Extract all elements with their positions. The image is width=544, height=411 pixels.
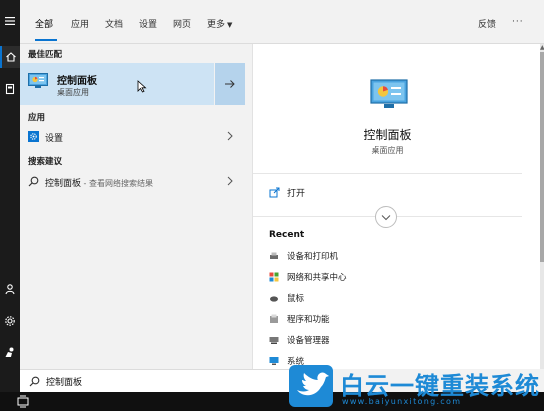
network-icon: [269, 272, 279, 282]
tab-web[interactable]: 网页: [173, 17, 191, 30]
recent-item[interactable]: 鼠标: [269, 292, 469, 306]
mouse-cursor-icon: [137, 80, 147, 93]
settings-icon[interactable]: [0, 310, 20, 332]
home-icon[interactable]: [0, 46, 20, 68]
system-icon: [269, 357, 279, 365]
best-match-expand-button[interactable]: [214, 63, 245, 105]
chevron-right-icon: [227, 176, 233, 186]
control-panel-large-icon: [370, 79, 408, 108]
scroll-up-icon[interactable]: ▲: [540, 44, 544, 51]
suggestion-text: 控制面板 - 查看网络搜索结果: [45, 176, 153, 189]
search-icon: [28, 176, 39, 187]
search-input[interactable]: 控制面板: [46, 375, 82, 388]
recent-item-label: 设备和打印机: [287, 252, 339, 262]
start-rail: [0, 0, 20, 411]
settings-app-icon: [28, 131, 39, 142]
open-icon: [269, 187, 280, 198]
recent-heading: Recent: [269, 230, 305, 240]
expand-button[interactable]: [375, 206, 397, 228]
recent-item-label: 鼠标: [287, 294, 305, 304]
search-tabs: 全部 应用 文档 设置 网页 更多 ▼ 反馈 ···: [20, 0, 544, 44]
tab-documents[interactable]: 文档: [105, 17, 123, 30]
documents-icon[interactable]: [0, 78, 20, 100]
results-list: 最佳匹配 控制面板 桌面应用 应用 设置 搜索建议 控制面板 - 查看网络搜索结…: [20, 44, 245, 369]
active-tab-indicator: [35, 39, 57, 41]
mouse-icon: [270, 296, 278, 302]
tab-settings[interactable]: 设置: [139, 17, 157, 30]
list-item-settings[interactable]: 设置: [20, 126, 245, 148]
open-action[interactable]: 打开: [269, 186, 389, 200]
search-box[interactable]: 控制面板: [20, 369, 324, 392]
chevron-down-icon: ▼: [227, 21, 233, 29]
search-panel: 全部 应用 文档 设置 网页 更多 ▼ 反馈 ··· 最佳匹配 控制面板 桌面应…: [20, 0, 544, 392]
recent-item-label: 系统: [287, 357, 305, 367]
suggestion-query: 控制面板: [45, 179, 82, 189]
recent-item[interactable]: 设备和打印机: [269, 250, 469, 264]
preview-subtitle: 桌面应用: [371, 146, 404, 155]
recent-item-label: 网络和共享中心: [287, 273, 347, 283]
taskbar: [0, 392, 544, 411]
recent-item[interactable]: 网络和共享中心: [269, 271, 469, 285]
search-box-extension: [324, 369, 544, 392]
list-item-web-suggestion[interactable]: 控制面板 - 查看网络搜索结果: [20, 171, 245, 193]
recent-item[interactable]: 系统: [269, 355, 469, 369]
suggestion-sub: - 查看网络搜索结果: [81, 179, 153, 188]
tab-all[interactable]: 全部: [35, 17, 53, 30]
control-panel-icon: [28, 73, 48, 88]
best-match-open[interactable]: 控制面板 桌面应用: [20, 63, 214, 105]
list-item-label: 设置: [45, 134, 64, 144]
search-icon: [29, 376, 40, 387]
user-icon[interactable]: [0, 278, 20, 300]
scrollbar-thumb[interactable]: [540, 52, 544, 262]
more-options-icon[interactable]: ···: [512, 17, 524, 27]
tab-more[interactable]: 更多 ▼: [207, 17, 232, 30]
apps-heading: 应用: [28, 113, 46, 123]
best-match-title: 控制面板: [57, 76, 97, 87]
task-view-icon[interactable]: [16, 395, 30, 408]
feedback-icon[interactable]: [0, 341, 20, 363]
feedback-link[interactable]: 反馈: [478, 17, 496, 30]
best-match-heading: 最佳匹配: [28, 50, 63, 60]
preview-pane: 控制面板 桌面应用 打开 Recent 设备和打印机 网络和共享中心 鼠标 程序…: [252, 44, 540, 369]
recent-item-label: 程序和功能: [287, 315, 330, 325]
divider: [253, 173, 522, 174]
chevron-right-icon: [227, 131, 233, 141]
hamburger-menu-icon[interactable]: [0, 10, 20, 32]
chevron-down-icon: [381, 214, 391, 220]
open-label: 打开: [287, 189, 306, 199]
recent-item[interactable]: 程序和功能: [269, 313, 469, 327]
arrow-right-icon: [225, 80, 235, 88]
tab-apps[interactable]: 应用: [71, 17, 89, 30]
device-manager-icon: [269, 337, 279, 344]
recent-item-label: 设备管理器: [287, 336, 330, 346]
search-suggestions-heading: 搜索建议: [28, 157, 63, 167]
printer-icon: [270, 252, 278, 259]
best-match-item[interactable]: 控制面板 桌面应用: [20, 63, 245, 105]
recent-item[interactable]: 设备管理器: [269, 334, 469, 348]
programs-icon: [270, 314, 278, 323]
tab-more-label: 更多: [207, 20, 226, 30]
best-match-subtitle: 桌面应用: [57, 88, 89, 97]
preview-title: 控制面板: [363, 128, 412, 142]
